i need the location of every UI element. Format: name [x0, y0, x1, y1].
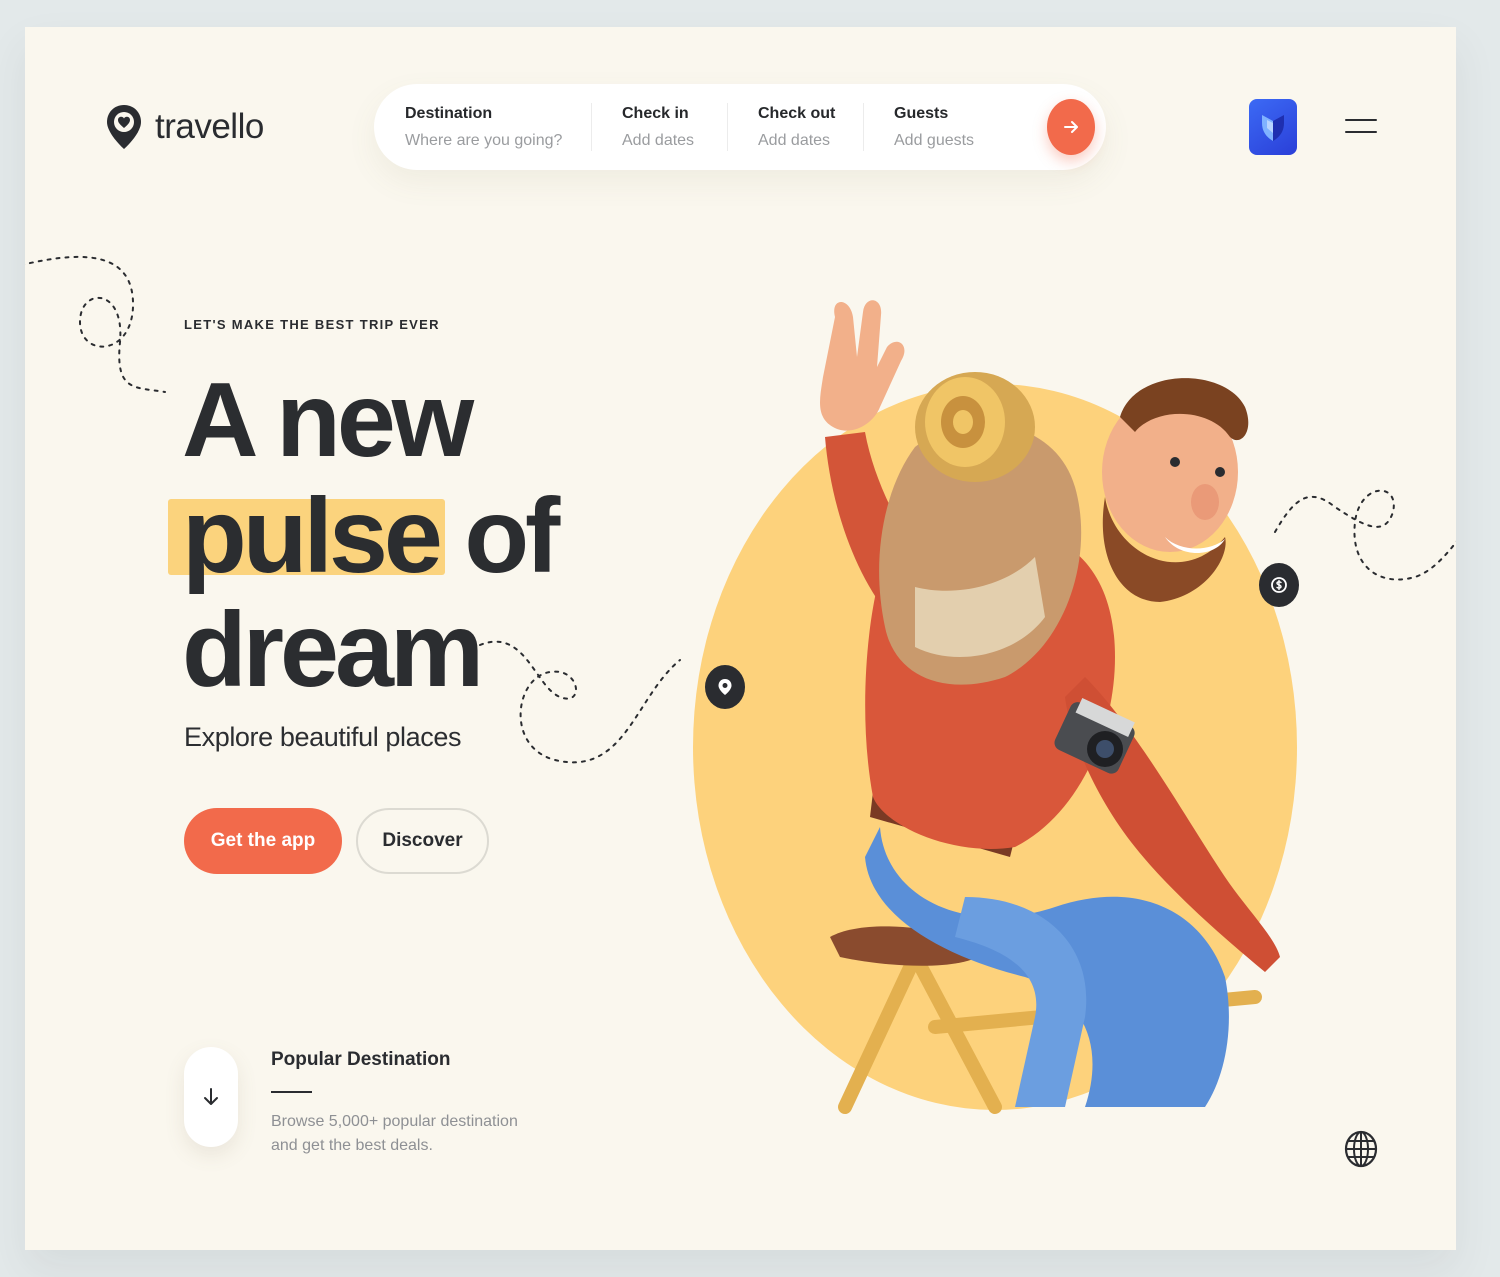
- search-bar: Destination Where are you going? Check i…: [374, 84, 1106, 170]
- hero-subtitle: Explore beautiful places: [184, 722, 462, 752]
- check-out-label: Check out: [758, 104, 836, 122]
- currency-pin-marker[interactable]: [1259, 563, 1299, 607]
- scroll-down-button[interactable]: [184, 1047, 238, 1147]
- hero-title-line-2-rest: of: [464, 477, 560, 595]
- check-in-field[interactable]: Check in Add dates: [591, 99, 727, 155]
- page-frame: travello Destination Where are you going…: [25, 27, 1456, 1250]
- check-out-input[interactable]: Add dates: [758, 132, 863, 150]
- hero-highlight-word: pulse: [168, 477, 445, 595]
- guests-label: Guests: [894, 104, 949, 122]
- map-pin-icon: [718, 679, 732, 695]
- globe-icon[interactable]: [1343, 1129, 1379, 1169]
- hero-title-line-1: A new: [182, 361, 474, 479]
- brand-name: travello: [155, 107, 264, 146]
- shield-logo-icon: [1262, 115, 1284, 141]
- location-pin-marker[interactable]: [705, 665, 745, 709]
- hero-title-line-2: pulse of: [168, 477, 560, 595]
- popular-divider: [271, 1091, 312, 1093]
- arrow-down-icon: [204, 1088, 218, 1105]
- traveler-character-illustration: [693, 300, 1297, 1114]
- search-submit-button[interactable]: [1047, 99, 1095, 155]
- popular-destination-title: Popular Destination: [271, 1049, 451, 1070]
- discover-button[interactable]: Discover: [356, 808, 489, 874]
- destination-label: Destination: [405, 104, 493, 122]
- check-in-label: Check in: [622, 104, 689, 122]
- arrow-right-icon: [1064, 121, 1078, 133]
- guests-field[interactable]: Guests Add guests: [863, 99, 1013, 155]
- hero-kicker: LET'S MAKE THE BEST TRIP EVER: [184, 317, 440, 332]
- get-the-app-button[interactable]: Get the app: [184, 808, 342, 874]
- brand-logo[interactable]: travello: [105, 103, 264, 151]
- check-out-field[interactable]: Check out Add dates: [727, 99, 863, 155]
- map-pin-logo-icon: [107, 105, 141, 149]
- popular-destination-description: Browse 5,000+ popular destination and ge…: [271, 1113, 518, 1154]
- hero-illustration: [665, 257, 1385, 1117]
- destination-field[interactable]: Destination Where are you going?: [374, 99, 591, 155]
- app-badge-button[interactable]: [1249, 99, 1297, 155]
- menu-line: [1345, 131, 1377, 133]
- hero-title-line-3: dream: [182, 591, 484, 709]
- destination-input[interactable]: Where are you going?: [405, 132, 591, 150]
- guests-input[interactable]: Add guests: [894, 132, 1013, 150]
- dollar-coin-icon: [1271, 577, 1287, 593]
- hamburger-menu-icon[interactable]: [1341, 117, 1381, 137]
- check-in-input[interactable]: Add dates: [622, 132, 727, 150]
- menu-line: [1345, 119, 1377, 121]
